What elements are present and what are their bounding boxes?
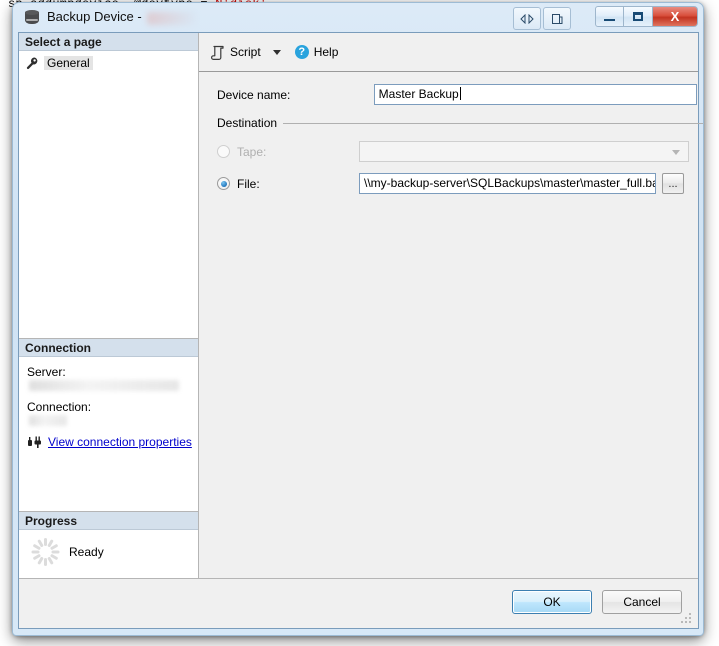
ok-button[interactable]: OK	[512, 590, 592, 614]
backup-device-icon	[25, 10, 39, 26]
back-forward-icon[interactable]	[513, 7, 541, 30]
tape-label: Tape:	[237, 144, 267, 159]
server-value-redacted	[29, 380, 179, 391]
minimize-button[interactable]	[595, 6, 624, 27]
screen: sp_addumpdevice @devtype = N'disk' Backu…	[0, 0, 719, 646]
progress-section: Progress Ready	[19, 511, 198, 580]
script-button[interactable]: Script	[211, 45, 261, 60]
page-list: General	[19, 51, 198, 71]
progress-row: Ready	[19, 530, 198, 580]
script-glyph	[211, 45, 224, 60]
dialog-toolbar: Script ? Help	[199, 33, 698, 72]
connection-body: Server: Connection: View connection prop…	[19, 357, 198, 459]
window-controls: X	[595, 6, 698, 27]
destination-group: Destination Tape: File: \\my-backup-serv…	[217, 116, 703, 194]
close-button[interactable]: X	[653, 6, 698, 27]
device-name-input[interactable]: Master Backup	[373, 84, 697, 105]
chevron-down-icon[interactable]	[272, 49, 281, 55]
chevron-down-icon	[672, 150, 680, 155]
sidebar-item-general-label: General	[44, 56, 93, 70]
progress-header: Progress	[19, 512, 198, 530]
destination-group-label: Destination	[217, 116, 278, 130]
view-connection-properties-link[interactable]: View connection properties	[48, 435, 192, 449]
tape-combobox[interactable]	[359, 141, 689, 162]
plug-icon	[27, 435, 43, 449]
device-name-row: Device name: Master Backup	[217, 84, 697, 105]
window-title: Backup Device -	[47, 9, 142, 24]
page-copy-glyph	[552, 13, 563, 24]
file-input-wrap: \\my-backup-server\SQLBackups\master\mas…	[359, 173, 684, 194]
connection-value-redacted	[29, 415, 67, 426]
tape-row: Tape:	[217, 141, 703, 162]
script-label: Script	[230, 45, 261, 59]
resize-grip[interactable]	[681, 613, 693, 625]
title-bar[interactable]: Backup Device - X	[13, 3, 703, 33]
file-radio[interactable]	[217, 177, 230, 190]
destination-group-title: Destination	[217, 116, 703, 130]
file-path-input[interactable]: \\my-backup-server\SQLBackups\master\mas…	[359, 173, 656, 194]
window-title-redacted	[147, 12, 195, 25]
backup-device-dialog: Backup Device - X Select a page General …	[12, 2, 704, 636]
sidebar: Select a page General Connection Server:…	[19, 33, 199, 628]
wrench-glyph	[26, 57, 38, 70]
help-label: Help	[313, 45, 339, 59]
form-area: Device name: Master Backup Destination T…	[199, 72, 703, 628]
device-name-value: Master Backup	[378, 87, 459, 101]
file-row: File: \\my-backup-server\SQLBackups\mast…	[217, 173, 703, 194]
connection-label: Connection:	[27, 400, 92, 414]
plug-glyph	[28, 436, 41, 448]
maximize-button[interactable]	[624, 6, 653, 27]
page-copy-icon[interactable]	[543, 7, 571, 30]
group-divider	[283, 122, 703, 124]
connection-header: Connection	[19, 339, 198, 357]
title-nav-buttons	[513, 7, 571, 30]
wrench-icon	[25, 56, 39, 70]
main-pane: Script ? Help Device name: Master Backup	[199, 33, 703, 628]
view-connection-properties-row[interactable]: View connection properties	[27, 435, 198, 459]
script-icon	[211, 45, 225, 60]
text-caret	[459, 87, 461, 100]
dialog-client-area: Select a page General Connection Server:…	[18, 32, 703, 629]
dialog-footer: OK Cancel	[19, 578, 698, 628]
connection-section: Connection Server: Connection: View conn…	[19, 338, 198, 459]
footer-buttons: OK Cancel	[512, 590, 682, 614]
cancel-button[interactable]: Cancel	[602, 590, 682, 614]
back-forward-glyph	[520, 13, 534, 24]
file-label: File:	[237, 176, 260, 191]
sidebar-item-general[interactable]: General	[25, 55, 198, 71]
help-button[interactable]: ? Help	[294, 45, 339, 59]
progress-status: Ready	[69, 545, 104, 559]
tape-radio[interactable]	[217, 145, 230, 158]
device-name-label: Device name:	[217, 87, 291, 102]
help-icon: ?	[294, 45, 309, 59]
progress-spinner-icon	[31, 538, 59, 566]
server-label: Server:	[27, 365, 66, 379]
browse-button[interactable]: ...	[662, 173, 684, 194]
select-a-page-header: Select a page	[19, 33, 198, 51]
